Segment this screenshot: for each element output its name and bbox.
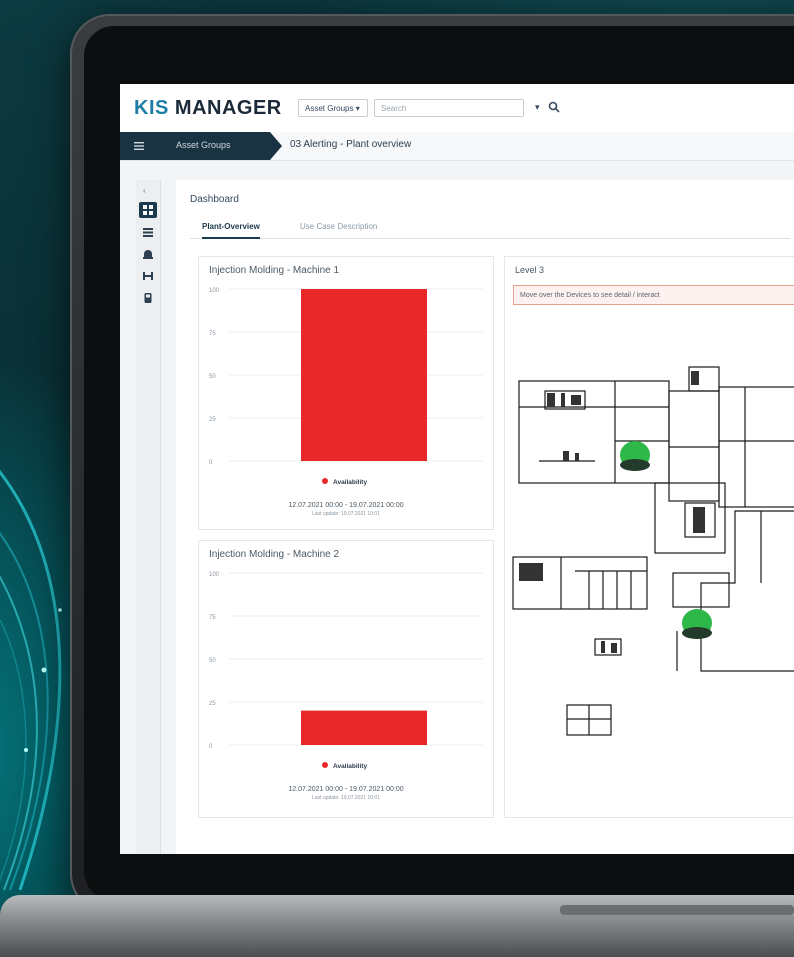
machine-2-chart-card: Injection Molding - Machine 2 100 75 50 25 0… (198, 540, 494, 818)
dashboard-icon[interactable] (139, 202, 157, 218)
alarm-icon[interactable] (139, 246, 157, 262)
dashboard-tabs: Plant-Overview Use Case Description (190, 216, 790, 239)
legend-marker (322, 478, 328, 484)
left-sidebar: ‹ (136, 180, 161, 854)
last-update: Last update: 19.07.2021 10:01 (312, 795, 380, 801)
floor-plan[interactable] (505, 351, 794, 781)
menu-icon[interactable] (134, 142, 144, 150)
y-tick-label: 100 (209, 572, 220, 578)
legend-marker (322, 762, 328, 768)
y-tick-label: 25 (209, 701, 216, 707)
search-icon[interactable] (547, 100, 561, 114)
date-range: 12.07.2021 00:00 - 19.07.2021 00:00 (288, 502, 403, 509)
y-tick-label: 25 (209, 417, 216, 423)
breadcrumb-asset-groups[interactable]: Asset Groups (176, 140, 231, 150)
connector-icon[interactable] (139, 268, 157, 284)
list-icon[interactable] (139, 224, 157, 240)
asset-groups-dropdown[interactable]: Asset Groups ▾ (298, 99, 368, 117)
tab-use-case-description[interactable]: Use Case Description (300, 222, 377, 231)
availability-bar (301, 710, 427, 745)
breadcrumb-root: Asset Groups (120, 132, 270, 160)
tab-plant-overview[interactable]: Plant-Overview (202, 222, 260, 239)
date-range: 12.07.2021 00:00 - 19.07.2021 00:00 (288, 786, 403, 793)
page-title: 03 Alerting - Plant overview (290, 139, 412, 150)
app-screen: KIS MANAGER Asset Groups ▾ Search ▾ Asse… (120, 84, 794, 854)
top-bar: KIS MANAGER Asset Groups ▾ Search ▾ (120, 84, 794, 133)
logo-prefix: KIS (134, 97, 169, 119)
laptop-hinge (560, 905, 794, 915)
search-input[interactable]: Search (374, 99, 524, 117)
y-tick-label: 0 (209, 460, 213, 466)
y-tick-label: 75 (209, 331, 216, 337)
level-3-card: Level 3 Move over the Devices to see det… (504, 256, 794, 818)
availability-chart: 100 75 50 25 0 Availability 12.07.2021 00:00 -… (209, 572, 483, 801)
app-logo[interactable]: KIS MANAGER (134, 97, 282, 120)
y-tick-label: 50 (209, 374, 216, 380)
device-icon[interactable] (139, 290, 157, 306)
search-caret-icon[interactable]: ▾ (535, 102, 540, 113)
availability-chart: 100 75 50 25 0 Availability 12.07.2021 00:00 -… (209, 288, 483, 517)
breadcrumb-separator-icon (270, 132, 282, 160)
y-tick-label: 0 (209, 744, 213, 750)
legend-label: Availability (333, 763, 367, 770)
device-2-status-icon (682, 609, 712, 639)
legend-label: Availability (333, 479, 367, 486)
y-tick-label: 100 (209, 288, 220, 294)
main-content: Dashboard Plant-Overview Use Case Descri… (176, 180, 794, 854)
hint-banner: Move over the Devices to see detail / in… (513, 285, 794, 305)
collapse-icon[interactable]: ‹ (143, 186, 146, 195)
availability-bar (301, 289, 427, 461)
logo-main: MANAGER (174, 97, 282, 119)
dashboard-title: Dashboard (190, 194, 239, 205)
machine-1-chart-card: Injection Molding - Machine 1 100 75 50 25 0… (198, 256, 494, 530)
last-update: Last update: 19.07.2021 10:01 (312, 511, 380, 517)
y-tick-label: 75 (209, 615, 216, 621)
level-title: Level 3 (515, 265, 545, 275)
device-1-status-icon (620, 441, 650, 471)
y-tick-label: 50 (209, 658, 216, 664)
breadcrumb: Asset Groups 03 Alerting - Plant overvie… (120, 132, 794, 161)
